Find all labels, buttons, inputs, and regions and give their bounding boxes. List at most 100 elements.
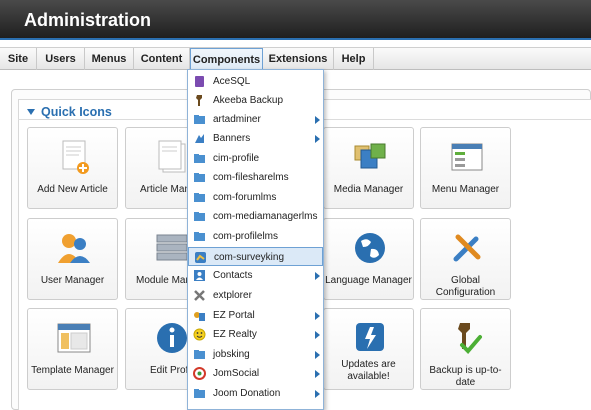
component-icon [194, 232, 205, 241]
tile-label: Global Configuration [435, 275, 496, 298]
tile-label: Media Manager [333, 184, 404, 195]
page-title: Administration [24, 10, 152, 30]
dropdown-item-ez-portal[interactable]: EZ Portal [188, 306, 323, 325]
dropdown-item-acesql[interactable]: AceSQL [188, 72, 323, 91]
banners-icon [195, 134, 204, 143]
dropdown-item-label: cim-profile [213, 153, 260, 164]
dropdown-item-label: Akeeba Backup [213, 95, 284, 106]
dropdown-item-label: Contacts [213, 270, 253, 281]
tile-label: Template Manager [31, 365, 114, 376]
add-article-icon [62, 140, 89, 174]
globe-icon [355, 233, 385, 263]
user-manager-icon [58, 234, 90, 263]
template-manager-icon [57, 323, 91, 353]
media-manager-icon [354, 143, 386, 169]
menu-extensions[interactable]: Extensions [263, 48, 334, 70]
akeeba-icon [196, 95, 202, 106]
contacts-icon [194, 270, 205, 281]
dropdown-item-label: com-surveyking [214, 252, 285, 263]
main-menu-bar: Site Users Menus Content Components Exte… [0, 47, 591, 71]
dropdown-item-label: artadminer [213, 114, 261, 125]
dropdown-item-label: Banners [213, 133, 251, 144]
dropdown-item-cim-profile[interactable]: cim-profile [188, 149, 323, 168]
menu-manager-icon [451, 143, 483, 171]
submenu-arrow-icon [315, 312, 320, 320]
dropdown-item-label: Joom Donation [213, 388, 281, 399]
backup-icon [458, 323, 482, 354]
tile-add-new-article[interactable]: Add New Article [27, 127, 118, 209]
extplorer-icon [194, 290, 205, 301]
menu-content[interactable]: Content [134, 48, 190, 70]
tile-label: Backup is up-to-date [429, 365, 502, 388]
tile-user-manager[interactable]: User Manager [27, 218, 118, 300]
dropdown-item-com-surveyking[interactable]: com-surveyking [188, 247, 323, 266]
dropdown-item-jomsocial[interactable]: JomSocial [188, 364, 323, 383]
dropdown-item-label: com-forumlms [213, 192, 277, 203]
component-icon [194, 212, 205, 221]
menu-help[interactable]: Help [334, 48, 374, 70]
dropdown-item-banners[interactable]: Banners [188, 129, 323, 148]
menu-site[interactable]: Site [0, 48, 37, 70]
menu-users[interactable]: Users [37, 48, 85, 70]
collapse-triangle-icon[interactable] [27, 109, 35, 115]
dropdown-item-label: EZ Portal [213, 310, 255, 321]
submenu-arrow-icon [315, 272, 320, 280]
dropdown-item-ez-realty[interactable]: EZ Realty [188, 325, 323, 344]
dropdown-item-label: EZ Realty [213, 329, 257, 340]
tile-label: Add New Article [37, 184, 108, 195]
tile-updates[interactable]: Updates are available! [323, 308, 414, 390]
component-icon [194, 173, 205, 182]
dropdown-item-label: jobsking [213, 349, 250, 360]
component-icon [194, 193, 205, 202]
tile-label: Language Manager [325, 275, 412, 286]
submenu-arrow-icon [315, 370, 320, 378]
dropdown-item-label: JomSocial [213, 368, 260, 379]
tile-backup[interactable]: Backup is up-to-date [420, 308, 511, 390]
ez-realty-icon [193, 328, 206, 341]
dropdown-item-com-profilelms[interactable]: com-profilelms [188, 227, 323, 246]
dropdown-item-com-forumlms[interactable]: com-forumlms [188, 188, 323, 207]
dropdown-item-extplorer[interactable]: extplorer [188, 286, 323, 305]
submenu-arrow-icon [315, 351, 320, 359]
menu-components[interactable]: Components [190, 48, 263, 71]
jomsocial-icon [193, 367, 206, 380]
dropdown-item-jobsking[interactable]: jobsking [188, 345, 323, 364]
components-dropdown: AceSQL Akeeba Backup artadminer Banners … [187, 69, 324, 410]
tile-label: Menu Manager [431, 184, 500, 195]
tile-menu-manager[interactable]: Menu Manager [420, 127, 511, 209]
tile-global-configuration[interactable]: Global Configuration [420, 218, 511, 300]
menu-menus[interactable]: Menus [85, 48, 134, 70]
update-icon [356, 323, 384, 351]
quick-icons-heading[interactable]: Quick Icons [27, 105, 112, 119]
tile-media-manager[interactable]: Media Manager [323, 127, 414, 209]
article-manager-icon [158, 140, 186, 173]
component-icon [194, 389, 205, 398]
tile-label: User Manager [40, 275, 105, 286]
dropdown-item-label: com-profilelms [213, 231, 279, 242]
dropdown-item-contacts[interactable]: Contacts [188, 266, 323, 285]
component-icon [194, 115, 205, 124]
admin-header: Administration [0, 0, 591, 40]
submenu-arrow-icon [315, 135, 320, 143]
ez-portal-icon [194, 312, 205, 321]
info-icon [157, 323, 187, 353]
tile-template-manager[interactable]: Template Manager [27, 308, 118, 390]
dropdown-item-akeeba-backup[interactable]: Akeeba Backup [188, 91, 323, 110]
acesql-icon [195, 76, 204, 87]
dropdown-item-joom-donation[interactable]: Joom Donation [188, 384, 323, 403]
dropdown-item-com-mediamanagerlms[interactable]: com-mediamanagerlms [188, 207, 323, 226]
submenu-arrow-icon [315, 116, 320, 124]
tools-icon [453, 234, 481, 262]
dropdown-item-artadminer[interactable]: artadminer [188, 110, 323, 129]
dropdown-item-label: com-filesharelms [213, 172, 289, 183]
dropdown-item-label: com-mediamanagerlms [213, 211, 318, 222]
tile-language-manager[interactable]: Language Manager [323, 218, 414, 300]
component-icon [194, 154, 205, 163]
submenu-arrow-icon [315, 390, 320, 398]
surveyking-icon [195, 252, 206, 263]
component-icon [194, 350, 205, 359]
dropdown-item-label: AceSQL [213, 76, 251, 87]
module-manager-icon [156, 234, 188, 261]
tile-label: Updates are available! [341, 359, 396, 382]
dropdown-item-com-filesharelms[interactable]: com-filesharelms [188, 168, 323, 187]
